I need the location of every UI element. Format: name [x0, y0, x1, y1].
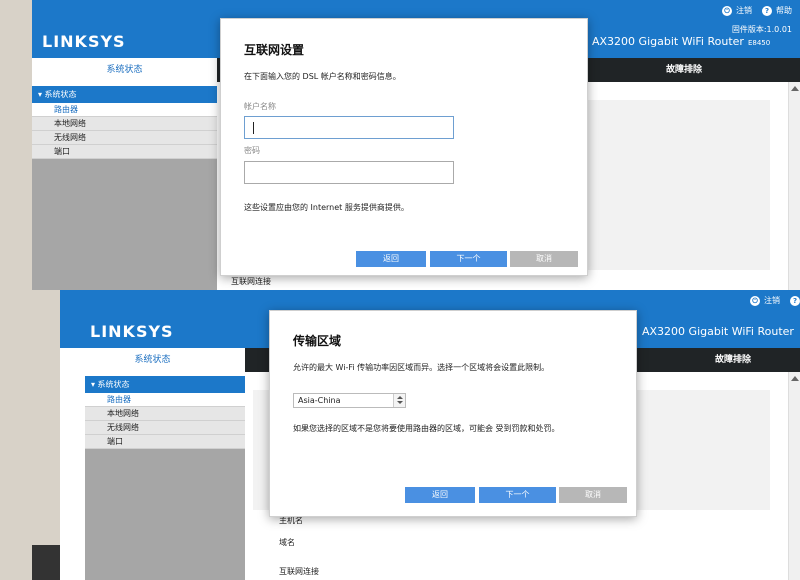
region-select[interactable]: Asia-China [293, 393, 406, 408]
router-window-top: LINKSYS ⏻ 注销 ? 帮助 固件版本:1.0.01 AX3200 Gig… [32, 0, 800, 290]
header-utilities: ⏻ 注销 ? 帮助 固件版本:1.0.01 [722, 5, 792, 35]
help-link[interactable]: 帮助 [776, 5, 792, 16]
logout-icon[interactable]: ⏻ [750, 295, 760, 306]
tab-status[interactable]: 系统状态 [32, 58, 217, 82]
router-window-bottom: LINKSYS ⏻ 注销 ? AX3200 Gigabit WiFi Route… [60, 290, 800, 580]
router-model-code: E8450 [747, 39, 771, 47]
tab-troubleshoot[interactable]: 故障排除 [715, 348, 751, 372]
cancel-button[interactable]: 取消 [510, 251, 578, 267]
domain-label: 域名 [279, 538, 295, 547]
dialog-title: 传输区域 [293, 334, 342, 348]
text-caret [253, 122, 254, 134]
logout-icon[interactable]: ⏻ [722, 5, 732, 16]
next-button[interactable]: 下一个 [479, 487, 556, 503]
dialog-instruction: 在下面输入您的 DSL 帐户名称和密码信息。 [244, 72, 401, 81]
sidebar-item-wireless[interactable]: 无线网络 [32, 131, 217, 145]
header-utilities: ⏻ 注销 ? [750, 295, 800, 306]
dialog-instruction: 允许的最大 Wi-Fi 传输功率因区域而异。选择一个区域将会设置此限制。 [293, 363, 550, 372]
select-arrows-icon [393, 394, 405, 407]
isp-note: 这些设置应由您的 Internet 服务提供商提供。 [244, 203, 409, 212]
help-icon[interactable]: ? [790, 295, 800, 306]
internet-connection-label: 互联网连接 [279, 567, 319, 576]
scrollbar[interactable] [788, 372, 800, 580]
router-model: AX3200 Gigabit WiFi Router [642, 325, 794, 338]
logout-link[interactable]: 注销 [736, 5, 752, 16]
router-model-name: AX3200 Gigabit WiFi Router [592, 35, 744, 48]
help-icon[interactable]: ? [762, 5, 772, 16]
account-name-input[interactable] [244, 116, 454, 139]
linksys-logo: LINKSYS [90, 322, 174, 341]
firmware-version: 固件版本:1.0.01 [731, 25, 792, 34]
sidebar-item-wireless[interactable]: 无线网络 [85, 421, 245, 435]
sidebar-section-status[interactable]: ▾ 系统状态 [32, 86, 217, 103]
sidebar-item-local-network[interactable]: 本地网络 [85, 407, 245, 421]
tab-status[interactable]: 系统状态 [60, 348, 245, 372]
sidebar-item-ports[interactable]: 端口 [32, 145, 217, 159]
internet-settings-dialog: 互联网设置 在下面输入您的 DSL 帐户名称和密码信息。 帐户名称 密码 这些设… [220, 18, 588, 276]
password-label: 密码 [244, 146, 260, 155]
sidebar-item-ports[interactable]: 端口 [85, 435, 245, 449]
linksys-logo: LINKSYS [42, 32, 126, 51]
router-model: AX3200 Gigabit WiFi Router E8450 [592, 35, 770, 48]
back-button[interactable]: 返回 [405, 487, 475, 503]
sidebar-item-router[interactable]: 路由器 [32, 103, 217, 117]
password-input[interactable] [244, 161, 454, 184]
tab-troubleshoot[interactable]: 故障排除 [666, 58, 702, 82]
transmission-region-dialog: 传输区域 允许的最大 Wi-Fi 传输功率因区域而异。选择一个区域将会设置此限制… [269, 310, 637, 517]
sidebar-item-router[interactable]: 路由器 [85, 393, 245, 407]
next-button[interactable]: 下一个 [430, 251, 507, 267]
sidebar-item-local-network[interactable]: 本地网络 [32, 117, 217, 131]
dialog-title: 互联网设置 [244, 43, 305, 57]
region-warning: 如果您选择的区域不是您将要使用路由器的区域，可能会 受到罚款和处罚。 [293, 424, 560, 433]
account-name-label: 帐户名称 [244, 102, 276, 111]
internet-connection-label: 互联网连接 [231, 277, 271, 286]
back-button[interactable]: 返回 [356, 251, 426, 267]
sidebar: ▾ 系统状态 路由器 本地网络 无线网络 端口 [32, 82, 217, 290]
sidebar: ▾ 系统状态 路由器 本地网络 无线网络 端口 [85, 372, 245, 580]
logout-link[interactable]: 注销 [764, 295, 780, 306]
sidebar-section-status[interactable]: ▾ 系统状态 [85, 376, 245, 393]
cancel-button[interactable]: 取消 [559, 487, 627, 503]
scrollbar[interactable] [788, 82, 800, 290]
